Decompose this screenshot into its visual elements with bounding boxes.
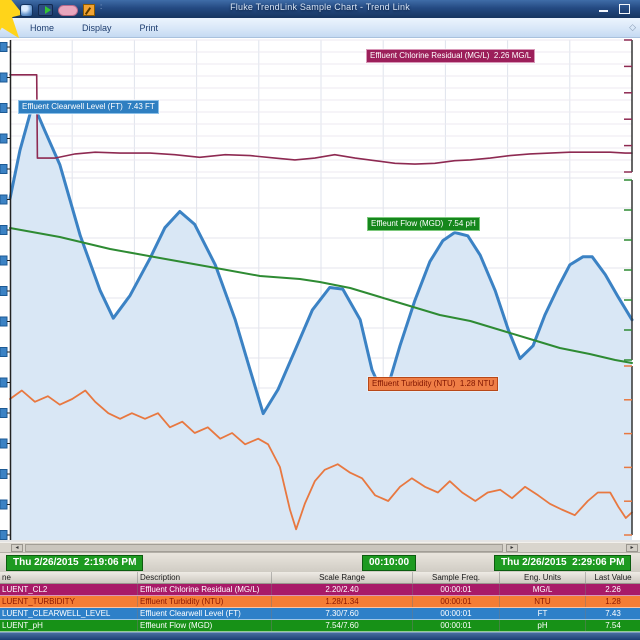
pen-table: ne Description Scale Range Sample Freq. … bbox=[0, 572, 640, 632]
pen-name: LUENT_TURBIDITY bbox=[0, 596, 138, 607]
left-axis-tick-chip bbox=[0, 226, 7, 235]
time-span-badge[interactable]: 00:10:00 bbox=[362, 555, 416, 571]
start-time-badge[interactable]: Thu 2/26/2015 2:19:06 PM bbox=[6, 555, 143, 571]
left-axis-tick-chip bbox=[0, 256, 7, 265]
pen-sample-freq: 00:00:01 bbox=[413, 584, 500, 595]
pen-scale-range: 2.20/2.40 bbox=[272, 584, 413, 595]
recent-chart-icon[interactable] bbox=[58, 5, 78, 16]
menu-print[interactable]: Print bbox=[136, 21, 163, 35]
pen-name: LUENT_CL2 bbox=[0, 584, 138, 595]
left-axis-tick-chip bbox=[0, 409, 7, 418]
time-range-strip: Thu 2/26/2015 2:19:06 PM 00:10:00 Thu 2/… bbox=[0, 552, 640, 572]
pen-eng-units: MG/L bbox=[500, 584, 586, 595]
pen-description: Effluent Clearwell Level (FT) bbox=[138, 608, 272, 619]
left-axis-tick-chip bbox=[0, 470, 7, 479]
scroll-right-arrow-icon[interactable]: ▸ bbox=[506, 544, 518, 552]
left-axis-tick-chip bbox=[0, 165, 7, 174]
pen-description: Effluent Turbidity (NTU) bbox=[138, 596, 272, 607]
window-bottom-border bbox=[0, 632, 640, 640]
pen-sample-freq: 00:00:01 bbox=[413, 620, 500, 631]
export-folder-icon[interactable] bbox=[38, 4, 53, 16]
table-row-chlorine[interactable]: LUENT_CL2 Effluent Chlorine Residual (MG… bbox=[0, 584, 640, 596]
table-row-turbidity[interactable]: LUENT_TURBIDITY Effluent Turbidity (NTU)… bbox=[0, 596, 640, 608]
col-header-description[interactable]: Description bbox=[138, 572, 272, 583]
left-axis-tick-chip bbox=[0, 439, 7, 448]
left-axis-tick-chip bbox=[0, 73, 7, 82]
pen-eng-units: NTU bbox=[500, 596, 586, 607]
scrollbar-thumb[interactable] bbox=[25, 544, 503, 552]
trendlink-window: Fluke TrendLink Sample Chart - Trend Lin… bbox=[0, 0, 640, 640]
pen-scale-range: 1.28/1.34 bbox=[272, 596, 413, 607]
edit-pencil-icon[interactable] bbox=[83, 4, 95, 16]
left-axis-tick-chip bbox=[0, 195, 7, 204]
time-scrollbar[interactable]: ◂ ▸ ▸ bbox=[0, 542, 640, 552]
pen-last-value: 7.54 bbox=[586, 620, 640, 631]
scroll-right-end-arrow-icon[interactable]: ▸ bbox=[626, 544, 638, 552]
menu-bar: Home Display Print ◇ bbox=[0, 18, 640, 38]
pen-last-value: 7.43 bbox=[586, 608, 640, 619]
menu-pin-icon[interactable]: ◇ bbox=[629, 22, 636, 33]
pen-description: Effluent Chlorine Residual (MG/L) bbox=[138, 584, 272, 595]
left-axis-tick-chip bbox=[0, 134, 7, 143]
pen-last-value: 2.26 bbox=[586, 584, 640, 595]
trend-chart-area[interactable]: Effluent Chlorine Residual (MG/L) 2.26 M… bbox=[0, 38, 640, 542]
pen-sample-freq: 00:00:01 bbox=[413, 608, 500, 619]
minimize-button[interactable] bbox=[596, 3, 612, 14]
col-header-eng-units[interactable]: Eng. Units bbox=[500, 572, 586, 583]
quick-access-toolbar: : bbox=[20, 3, 104, 17]
left-axis-tick-chip bbox=[0, 531, 7, 540]
left-axis-tick-chip bbox=[0, 317, 7, 326]
table-row-flow[interactable]: LUENT_pH Effleunt Flow (MGD) 7.54/7.60 0… bbox=[0, 620, 640, 632]
left-axis-tick-chip bbox=[0, 500, 7, 509]
toolbar-overflow-icon[interactable]: : bbox=[100, 4, 104, 16]
left-axis-tick-chip bbox=[0, 43, 7, 52]
pen-description: Effleunt Flow (MGD) bbox=[138, 620, 272, 631]
menu-display[interactable]: Display bbox=[78, 21, 116, 35]
col-header-last-value[interactable]: Last Value bbox=[586, 572, 640, 583]
pen-name: LUENT_pH bbox=[0, 620, 138, 631]
pen-eng-units: FT bbox=[500, 608, 586, 619]
end-time-badge[interactable]: Thu 2/26/2015 2:29:06 PM bbox=[494, 555, 631, 571]
col-header-name[interactable]: ne bbox=[0, 572, 138, 583]
clearwell-series-label[interactable]: Effluent Clearwell Level (FT) 7.43 FT bbox=[18, 100, 159, 114]
left-axis-tick-chip bbox=[0, 378, 7, 387]
pen-sample-freq: 00:00:01 bbox=[413, 596, 500, 607]
left-axis-tick-chip bbox=[0, 104, 7, 113]
flow-series-label[interactable]: Effleunt Flow (MGD) 7.54 pH bbox=[367, 217, 480, 231]
pen-scale-range: 7.30/7.60 bbox=[272, 608, 413, 619]
col-header-scale-range[interactable]: Scale Range bbox=[272, 572, 413, 583]
turbidity-series-label[interactable]: Effluent Turbidity (NTU) 1.28 NTU bbox=[368, 377, 498, 391]
chlorine-series-label[interactable]: Effluent Chlorine Residual (MG/L) 2.26 M… bbox=[366, 49, 535, 63]
pen-scale-range: 7.54/7.60 bbox=[272, 620, 413, 631]
pen-table-header: ne Description Scale Range Sample Freq. … bbox=[0, 572, 640, 584]
left-axis-tick-chip bbox=[0, 287, 7, 296]
scroll-left-arrow-icon[interactable]: ◂ bbox=[11, 544, 23, 552]
left-axis-tick-chip bbox=[0, 348, 7, 357]
col-header-sample-freq[interactable]: Sample Freq. bbox=[413, 572, 500, 583]
table-row-clearwell[interactable]: LUENT_CLEARWELL_LEVEL Effluent Clearwell… bbox=[0, 608, 640, 620]
pen-last-value: 1.28 bbox=[586, 596, 640, 607]
pen-name: LUENT_CLEARWELL_LEVEL bbox=[0, 608, 138, 619]
pen-eng-units: pH bbox=[500, 620, 586, 631]
menu-home[interactable]: Home bbox=[26, 21, 58, 35]
app-menu-icon[interactable] bbox=[20, 4, 33, 17]
maximize-button[interactable] bbox=[616, 3, 632, 14]
